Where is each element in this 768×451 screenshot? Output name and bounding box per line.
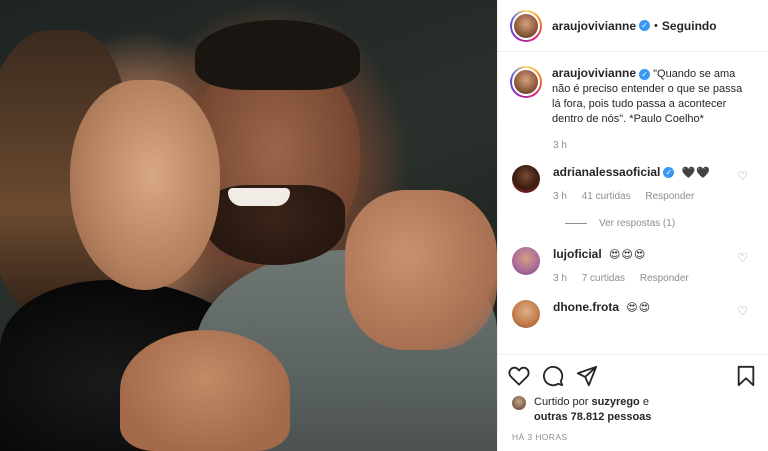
- heart-icon[interactable]: [508, 366, 530, 386]
- likes-conj: e: [642, 396, 649, 408]
- likes-summary: Curtido por suzyrego e outras 78.812 pes…: [512, 395, 756, 425]
- post-timestamp[interactable]: HÁ 3 HORAS: [512, 432, 568, 442]
- comment-username[interactable]: adrianalessaoficial: [553, 165, 660, 179]
- reply-button[interactable]: Responder: [640, 273, 689, 284]
- caption-username[interactable]: araujovivianne: [552, 66, 636, 80]
- separator-dot: •: [654, 19, 658, 32]
- comment-icon[interactable]: [542, 365, 564, 387]
- caption-time[interactable]: 3 h: [553, 140, 756, 151]
- caption-avatar[interactable]: [510, 66, 542, 98]
- post-sidebar: araujovivianne ✓ • Seguindo araujovivian…: [497, 0, 768, 451]
- liker-avatar[interactable]: [512, 396, 526, 410]
- view-replies[interactable]: Ver respostas (1): [565, 218, 756, 229]
- heart-icon[interactable]: ♡: [737, 251, 748, 265]
- post-header: araujovivianne ✓ • Seguindo: [498, 0, 768, 52]
- action-bar: [498, 354, 768, 396]
- author-username[interactable]: araujovivianne: [552, 19, 636, 33]
- comment-text: 😍😍😍: [608, 249, 647, 261]
- comment-time[interactable]: 3 h: [553, 191, 567, 202]
- heart-icon[interactable]: ♡: [737, 304, 748, 318]
- comment-item: dhone.frota 😍😍 ♡: [510, 300, 756, 328]
- comment-username[interactable]: lujoficial: [553, 247, 602, 261]
- likes-prefix: Curtido por: [534, 396, 589, 408]
- following-button[interactable]: Seguindo: [662, 19, 717, 33]
- reply-button[interactable]: Responder: [645, 191, 694, 202]
- verified-badge-icon: ✓: [639, 68, 651, 80]
- caption: araujovivianne ✓ "Quando se ama não é pre…: [510, 66, 756, 127]
- comment-likes[interactable]: 41 curtidas: [582, 191, 631, 202]
- comment-text: 😍😍: [626, 302, 652, 314]
- post-photo[interactable]: [0, 0, 497, 451]
- comment-item: adrianalessaoficial ✓ 🖤🖤 3 h 41 curtidas …: [510, 165, 756, 202]
- comments-panel[interactable]: araujovivianne ✓ "Quando se ama não é pre…: [498, 52, 768, 354]
- commenter-avatar[interactable]: [512, 300, 540, 328]
- comment-time[interactable]: 3 h: [553, 273, 567, 284]
- replies-divider: [565, 223, 587, 224]
- comment-username[interactable]: dhone.frota: [553, 300, 619, 314]
- verified-badge-icon: ✓: [639, 20, 651, 31]
- verified-badge-icon: ✓: [663, 167, 675, 179]
- commenter-avatar[interactable]: [512, 165, 540, 193]
- likes-others[interactable]: outras 78.812 pessoas: [534, 411, 651, 423]
- photo-face-woman: [70, 80, 220, 290]
- heart-icon[interactable]: ♡: [737, 169, 748, 183]
- photo-head-hair: [195, 20, 360, 90]
- view-replies-label[interactable]: Ver respostas (1): [599, 218, 675, 229]
- comment-text: 🖤🖤: [681, 167, 711, 179]
- author-avatar[interactable]: [510, 9, 542, 42]
- share-icon[interactable]: [576, 365, 598, 387]
- liker-username[interactable]: suzyrego: [591, 396, 639, 408]
- photo-smile: [228, 188, 290, 206]
- photo-arm: [345, 190, 497, 350]
- photo-hand: [120, 330, 290, 451]
- commenter-avatar[interactable]: [512, 247, 540, 275]
- bookmark-icon[interactable]: [736, 365, 756, 387]
- comment-likes[interactable]: 7 curtidas: [582, 273, 625, 284]
- comment-item: lujoficial 😍😍😍 3 h 7 curtidas Responder …: [510, 247, 756, 284]
